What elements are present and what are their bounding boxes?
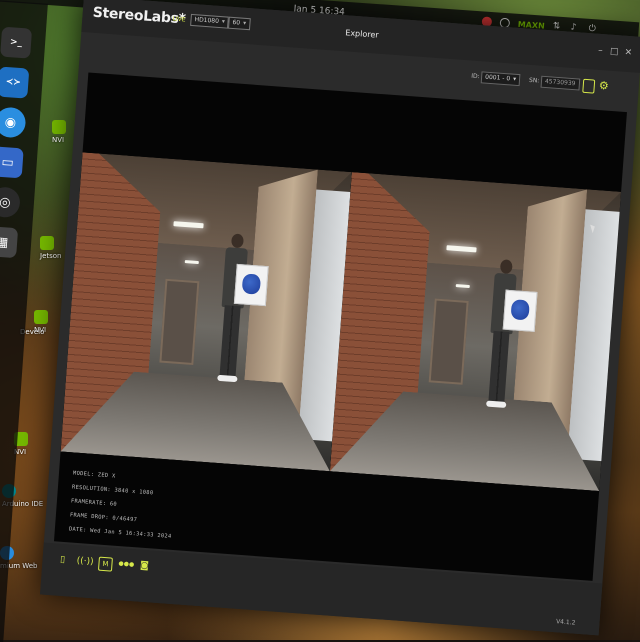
app-icon[interactable]: ▦ [0, 226, 19, 259]
file-icon[interactable]: ▯ [56, 554, 69, 567]
right-camera-view [329, 172, 622, 492]
desktop-icon-nvidia-1[interactable]: NVI [52, 120, 66, 144]
stereo-video-feed [60, 152, 622, 492]
maximize-icon[interactable]: □ [609, 47, 620, 58]
left-camera-view [60, 152, 352, 472]
sn-label: SN: [528, 76, 540, 85]
fullscreen-icon[interactable] [582, 78, 596, 94]
terminal-icon[interactable]: >_ [0, 26, 33, 59]
desktop-icon-jetson[interactable]: Jetson [40, 236, 61, 260]
version-label: V4.1.2 [555, 618, 576, 627]
camera-info-panel: MODEL: ZED X RESOLUTION: 3840 x 1080 FRA… [68, 466, 176, 543]
camera-id-select[interactable]: 0001 - 0 ▾ [480, 71, 521, 87]
screenshot-icon[interactable]: ▭ [0, 146, 24, 179]
close-icon[interactable]: ✕ [623, 48, 634, 59]
chevron-down-icon: ▾ [512, 75, 517, 83]
zed-explorer-window: StereoLabs* LIVE HD1080 ▾ 60 ▾ Explorer – … [40, 0, 640, 636]
camera-snapshot-icon[interactable]: ◙ [138, 560, 151, 573]
vscode-icon[interactable]: ≺≻ [0, 66, 30, 99]
record-mode-icon[interactable]: M [97, 556, 113, 572]
stream-icon[interactable]: ((·)) [76, 555, 94, 568]
rec-icon[interactable]: ●●● [118, 558, 134, 571]
settings-icon[interactable]: ⚙ [598, 79, 609, 93]
serial-number-field[interactable]: 45730939 [540, 75, 580, 91]
id-label: ID: [470, 72, 480, 81]
obs-icon[interactable]: ◎ [0, 186, 21, 219]
chromium-icon[interactable]: ◉ [0, 106, 27, 139]
camera-viewport[interactable]: MODEL: ZED X RESOLUTION: 3840 x 1080 FRA… [53, 72, 627, 581]
minimize-icon[interactable]: – [595, 46, 606, 57]
